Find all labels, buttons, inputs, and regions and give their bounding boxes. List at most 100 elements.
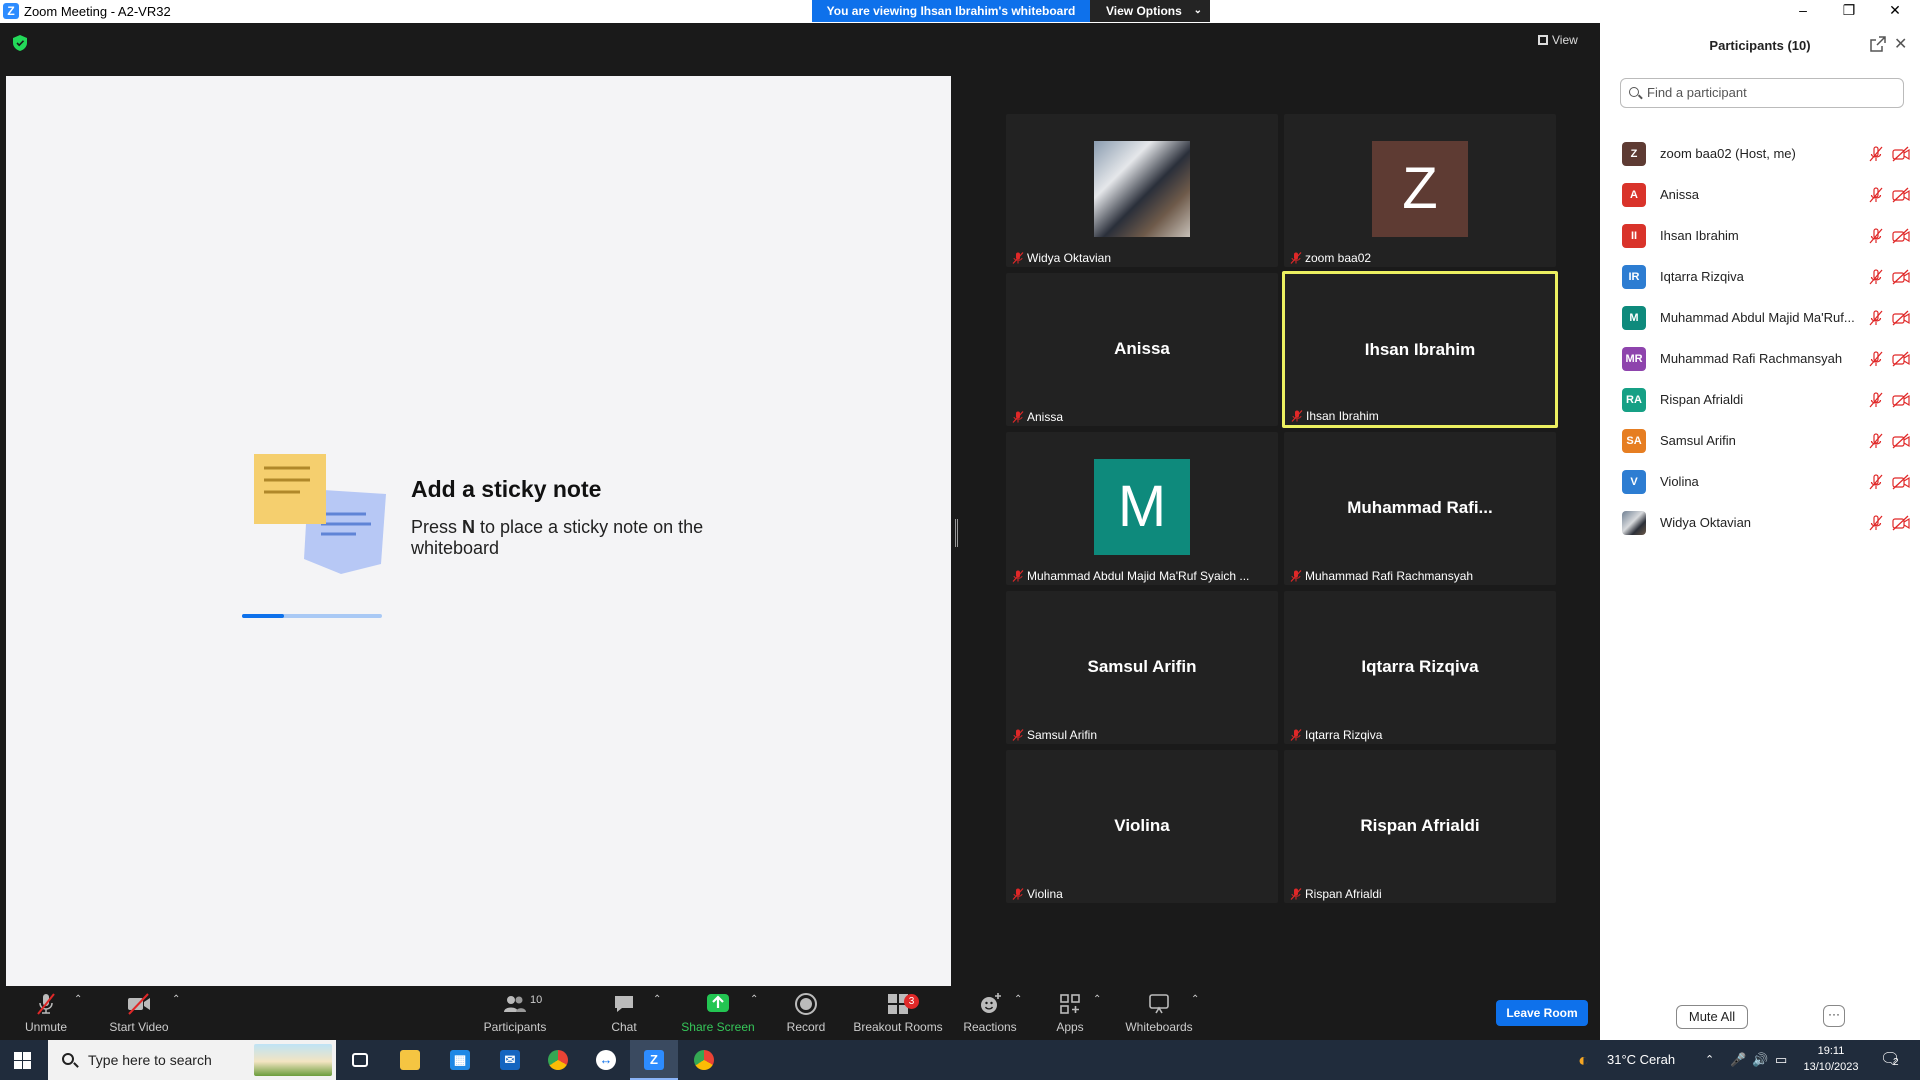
zoom-app-icon[interactable]: Z [630,1040,678,1080]
view-options-label: View Options [1106,4,1182,18]
video-tile[interactable]: Zzoom baa02 [1284,114,1556,267]
breakout-rooms-button[interactable]: Breakout Rooms [852,986,944,1040]
video-off-icon[interactable] [1892,310,1910,326]
participant-row[interactable]: V Violina [1622,461,1912,501]
chat-options-caret-icon[interactable]: ⌃ [653,994,661,1005]
mic-muted-icon[interactable] [1868,187,1884,203]
mic-muted-icon[interactable] [1868,392,1884,408]
participant-name: Ihsan Ibrahim [1660,228,1739,243]
teamviewer-icon[interactable]: ↔ [582,1040,630,1080]
video-tile[interactable]: Widya Oktavian [1006,114,1278,267]
video-tile[interactable]: Iqtarra Rizqiva Iqtarra Rizqiva [1284,591,1556,744]
hint-progress-bar [242,614,382,618]
reactions-caret-icon[interactable]: ⌃ [1014,994,1022,1005]
file-explorer-icon[interactable] [386,1040,434,1080]
leave-room-button[interactable]: Leave Room [1496,1000,1588,1026]
participant-row[interactable]: RA Rispan Afrialdi [1622,379,1912,419]
windows-start-icon[interactable] [14,1052,31,1069]
view-button[interactable]: View [1538,33,1578,47]
video-tile[interactable]: Muhammad Rafi... Muhammad Rafi Rachmansya… [1284,432,1556,585]
video-off-icon[interactable] [1892,351,1910,367]
microphone-icon[interactable]: 🎤 [1730,1040,1746,1080]
participant-name: Violina [1660,474,1699,489]
participant-row[interactable]: A Anissa [1622,174,1912,214]
whiteboard-canvas[interactable]: Add a sticky note Press N to place a sti… [6,76,951,986]
network-icon[interactable]: ▭ [1775,1040,1787,1080]
participant-search-input[interactable]: Find a participant [1620,78,1904,108]
apps-caret-icon[interactable]: ⌃ [1093,994,1101,1005]
video-off-icon[interactable] [1892,515,1910,531]
mic-muted-icon[interactable] [1868,269,1884,285]
participant-name: Iqtarra Rizqiva [1660,269,1744,284]
share-screen-button[interactable]: Share Screen [680,986,756,1040]
video-tile[interactable]: Violina Violina [1006,750,1278,903]
participant-avatar: Z [1372,141,1468,237]
share-options-caret-icon[interactable]: ⌃ [750,994,758,1005]
chat-icon [615,996,633,1012]
video-off-icon[interactable] [1892,269,1910,285]
chrome-profile-icon[interactable] [680,1040,728,1080]
participant-name: Samsul Arifin [1660,433,1736,448]
mute-all-button[interactable]: Mute All [1676,1005,1748,1029]
participant-row[interactable]: II Ihsan Ibrahim [1622,215,1912,255]
video-off-icon[interactable] [1892,146,1910,162]
microsoft-store-icon[interactable]: ▦ [436,1040,484,1080]
system-clock[interactable]: 19:11 13/10/2023 [1800,1043,1862,1075]
unmute-button[interactable]: Unmute [16,986,76,1040]
video-options-caret-icon[interactable]: ⌃ [172,994,180,1005]
tile-center-name: Anissa [1114,339,1170,358]
participant-row[interactable]: SA Samsul Arifin [1622,420,1912,460]
weather-text[interactable]: 31°C Cerah [1607,1040,1675,1080]
video-off-icon[interactable] [1892,474,1910,490]
participant-row[interactable]: M Muhammad Abdul Majid Ma'Ruf... [1622,297,1912,337]
video-off-icon[interactable] [1892,228,1910,244]
video-tile[interactable]: Rispan Afrialdi Rispan Afrialdi [1284,750,1556,903]
chrome-icon[interactable] [534,1040,582,1080]
unmute-label: Unmute [24,1020,68,1034]
close-window-button[interactable]: ✕ [1872,0,1918,22]
mail-icon[interactable]: ✉ [486,1040,534,1080]
participant-row[interactable]: MR Muhammad Rafi Rachmansyah [1622,338,1912,378]
video-off-icon[interactable] [1892,392,1910,408]
close-panel-icon[interactable]: ✕ [1894,34,1907,54]
participant-row[interactable]: Widya Oktavian [1622,502,1912,542]
volume-icon[interactable]: 🔊 [1752,1040,1768,1080]
weather-icon[interactable]: ◐ [1578,1040,1589,1080]
mic-muted-icon[interactable] [1868,146,1884,162]
whiteboards-button[interactable]: Whiteboards [1124,986,1194,1040]
restore-button[interactable]: ❐ [1826,0,1872,22]
minimize-button[interactable]: – [1780,0,1826,22]
audio-options-caret-icon[interactable]: ⌃ [74,994,82,1005]
video-tile[interactable]: Ihsan Ibrahim Ihsan Ibrahim [1282,271,1558,428]
video-tile[interactable]: Anissa Anissa [1006,273,1278,426]
apps-button[interactable]: Apps [1050,986,1090,1040]
whiteboards-caret-icon[interactable]: ⌃ [1191,994,1199,1005]
taskbar-search-input[interactable]: Type here to search [48,1040,336,1080]
start-video-button[interactable]: Start Video [104,986,174,1040]
video-off-icon[interactable] [1892,187,1910,203]
show-hidden-icons-icon[interactable]: ⌃ [1705,1040,1714,1080]
mic-muted-icon[interactable] [1868,474,1884,490]
reactions-button[interactable]: Reactions [962,986,1018,1040]
mic-muted-icon [1012,410,1027,424]
participant-row[interactable]: IR Iqtarra Rizqiva [1622,256,1912,296]
video-tile[interactable]: M Muhammad Abdul Majid Ma'Ruf Syaich ... [1006,432,1278,585]
participant-row[interactable]: Zzoom baa02 (Host, me) [1622,133,1912,173]
mic-muted-icon[interactable] [1868,515,1884,531]
view-options-button[interactable]: View Options ⌄ [1090,0,1210,22]
record-button[interactable]: Record [786,986,826,1040]
mic-muted-icon[interactable] [1868,433,1884,449]
chat-button[interactable]: Chat [604,986,644,1040]
mic-muted-icon[interactable] [1868,310,1884,326]
popout-icon[interactable] [1870,36,1886,52]
reactions-label: Reactions [963,1020,1017,1034]
video-off-icon[interactable] [1892,433,1910,449]
mic-muted-icon[interactable] [1868,351,1884,367]
panel-splitter-handle[interactable] [955,519,958,547]
task-view-icon[interactable] [336,1040,384,1080]
chat-label: Chat [611,1020,637,1034]
search-icon [62,1053,74,1065]
more-options-button[interactable]: ··· [1823,1005,1845,1027]
mic-muted-icon[interactable] [1868,228,1884,244]
video-tile[interactable]: Samsul Arifin Samsul Arifin [1006,591,1278,744]
